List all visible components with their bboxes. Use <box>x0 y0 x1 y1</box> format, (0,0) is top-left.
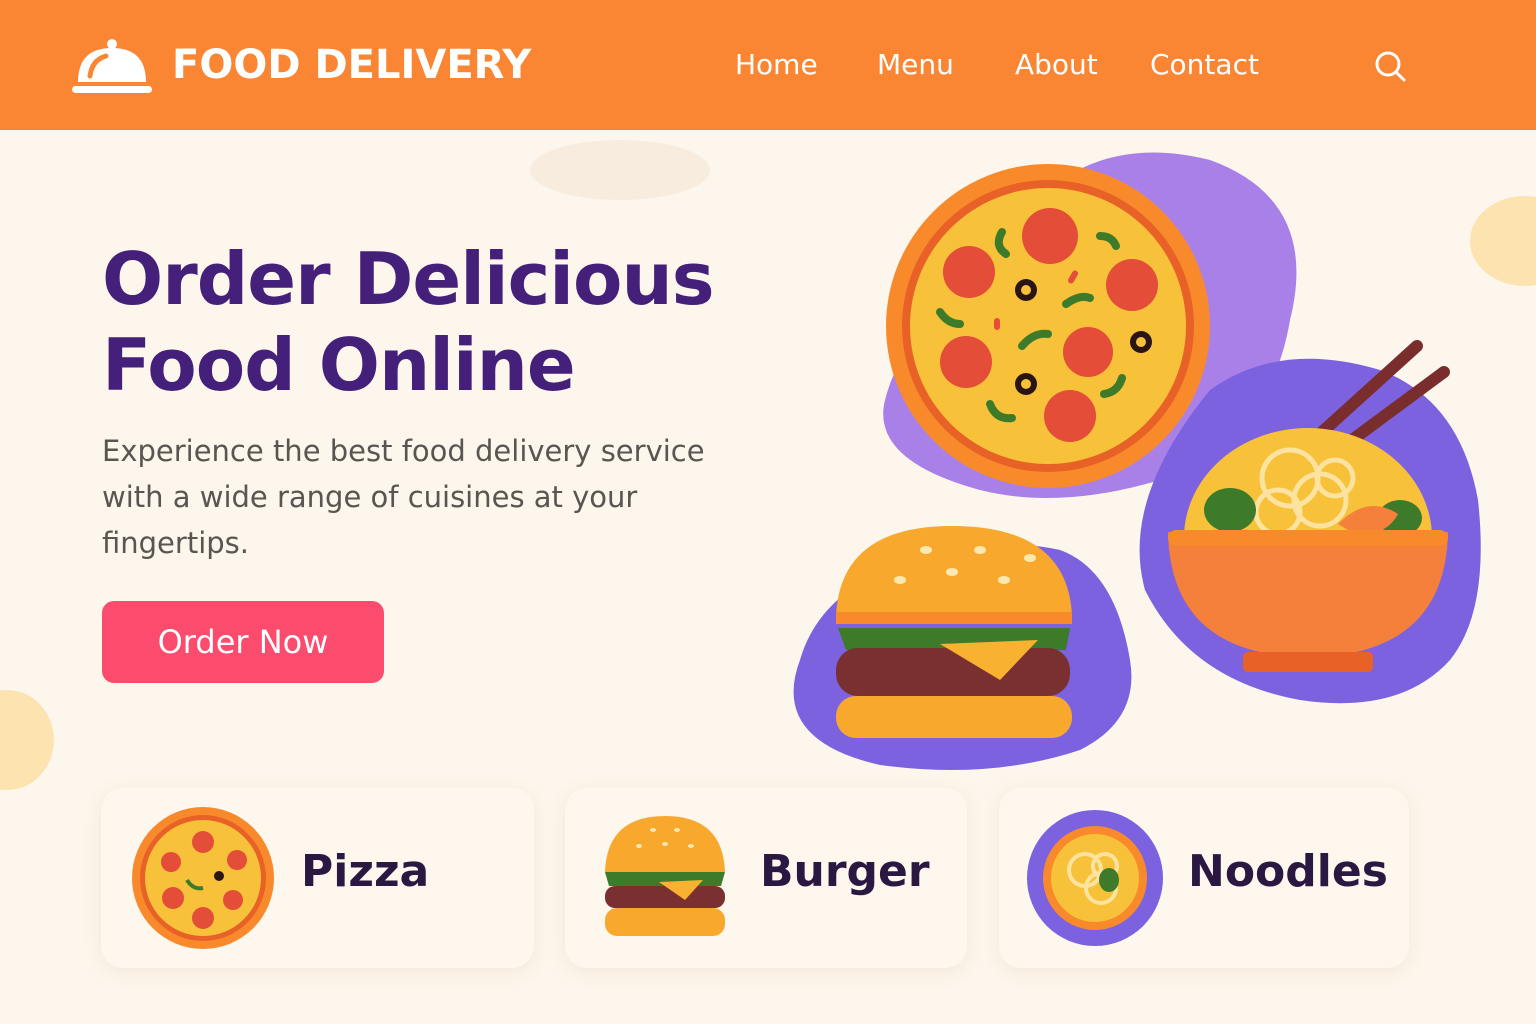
hero-food-illustration <box>793 152 1481 770</box>
hero-title-line-1: Order Delicious <box>102 237 715 321</box>
brand-name[interactable]: FOOD DELIVERY <box>172 42 531 88</box>
burger-illustration <box>793 526 1132 770</box>
background-blob <box>530 140 710 200</box>
background-blob <box>0 690 54 790</box>
category-label: Pizza <box>301 846 430 897</box>
burger-icon <box>605 816 725 936</box>
hero-subtitle: Experience the best food delivery servic… <box>102 434 705 560</box>
cloche-icon <box>72 39 152 93</box>
pizza-icon <box>132 807 274 949</box>
search-icon[interactable] <box>1372 48 1408 84</box>
category-label: Noodles <box>1188 846 1388 897</box>
category-card-pizza[interactable]: Pizza <box>101 788 534 968</box>
noodles-icon <box>1027 810 1163 946</box>
category-label: Burger <box>760 846 930 897</box>
nav-link-home[interactable]: Home <box>735 48 818 81</box>
order-now-button[interactable]: Order Now <box>102 601 384 683</box>
category-card-burger[interactable]: Burger <box>565 788 967 968</box>
nav-link-about[interactable]: About <box>1015 48 1098 81</box>
hero-title: Order Delicious Food Online <box>102 236 802 408</box>
hero-title-line-2: Food Online <box>102 323 576 407</box>
top-header: FOOD DELIVERY Home Menu About Contact <box>0 0 1536 130</box>
nav-link-menu[interactable]: Menu <box>877 48 954 81</box>
category-card-noodles[interactable]: Noodles <box>999 788 1409 968</box>
nav-link-contact[interactable]: Contact <box>1150 48 1259 81</box>
